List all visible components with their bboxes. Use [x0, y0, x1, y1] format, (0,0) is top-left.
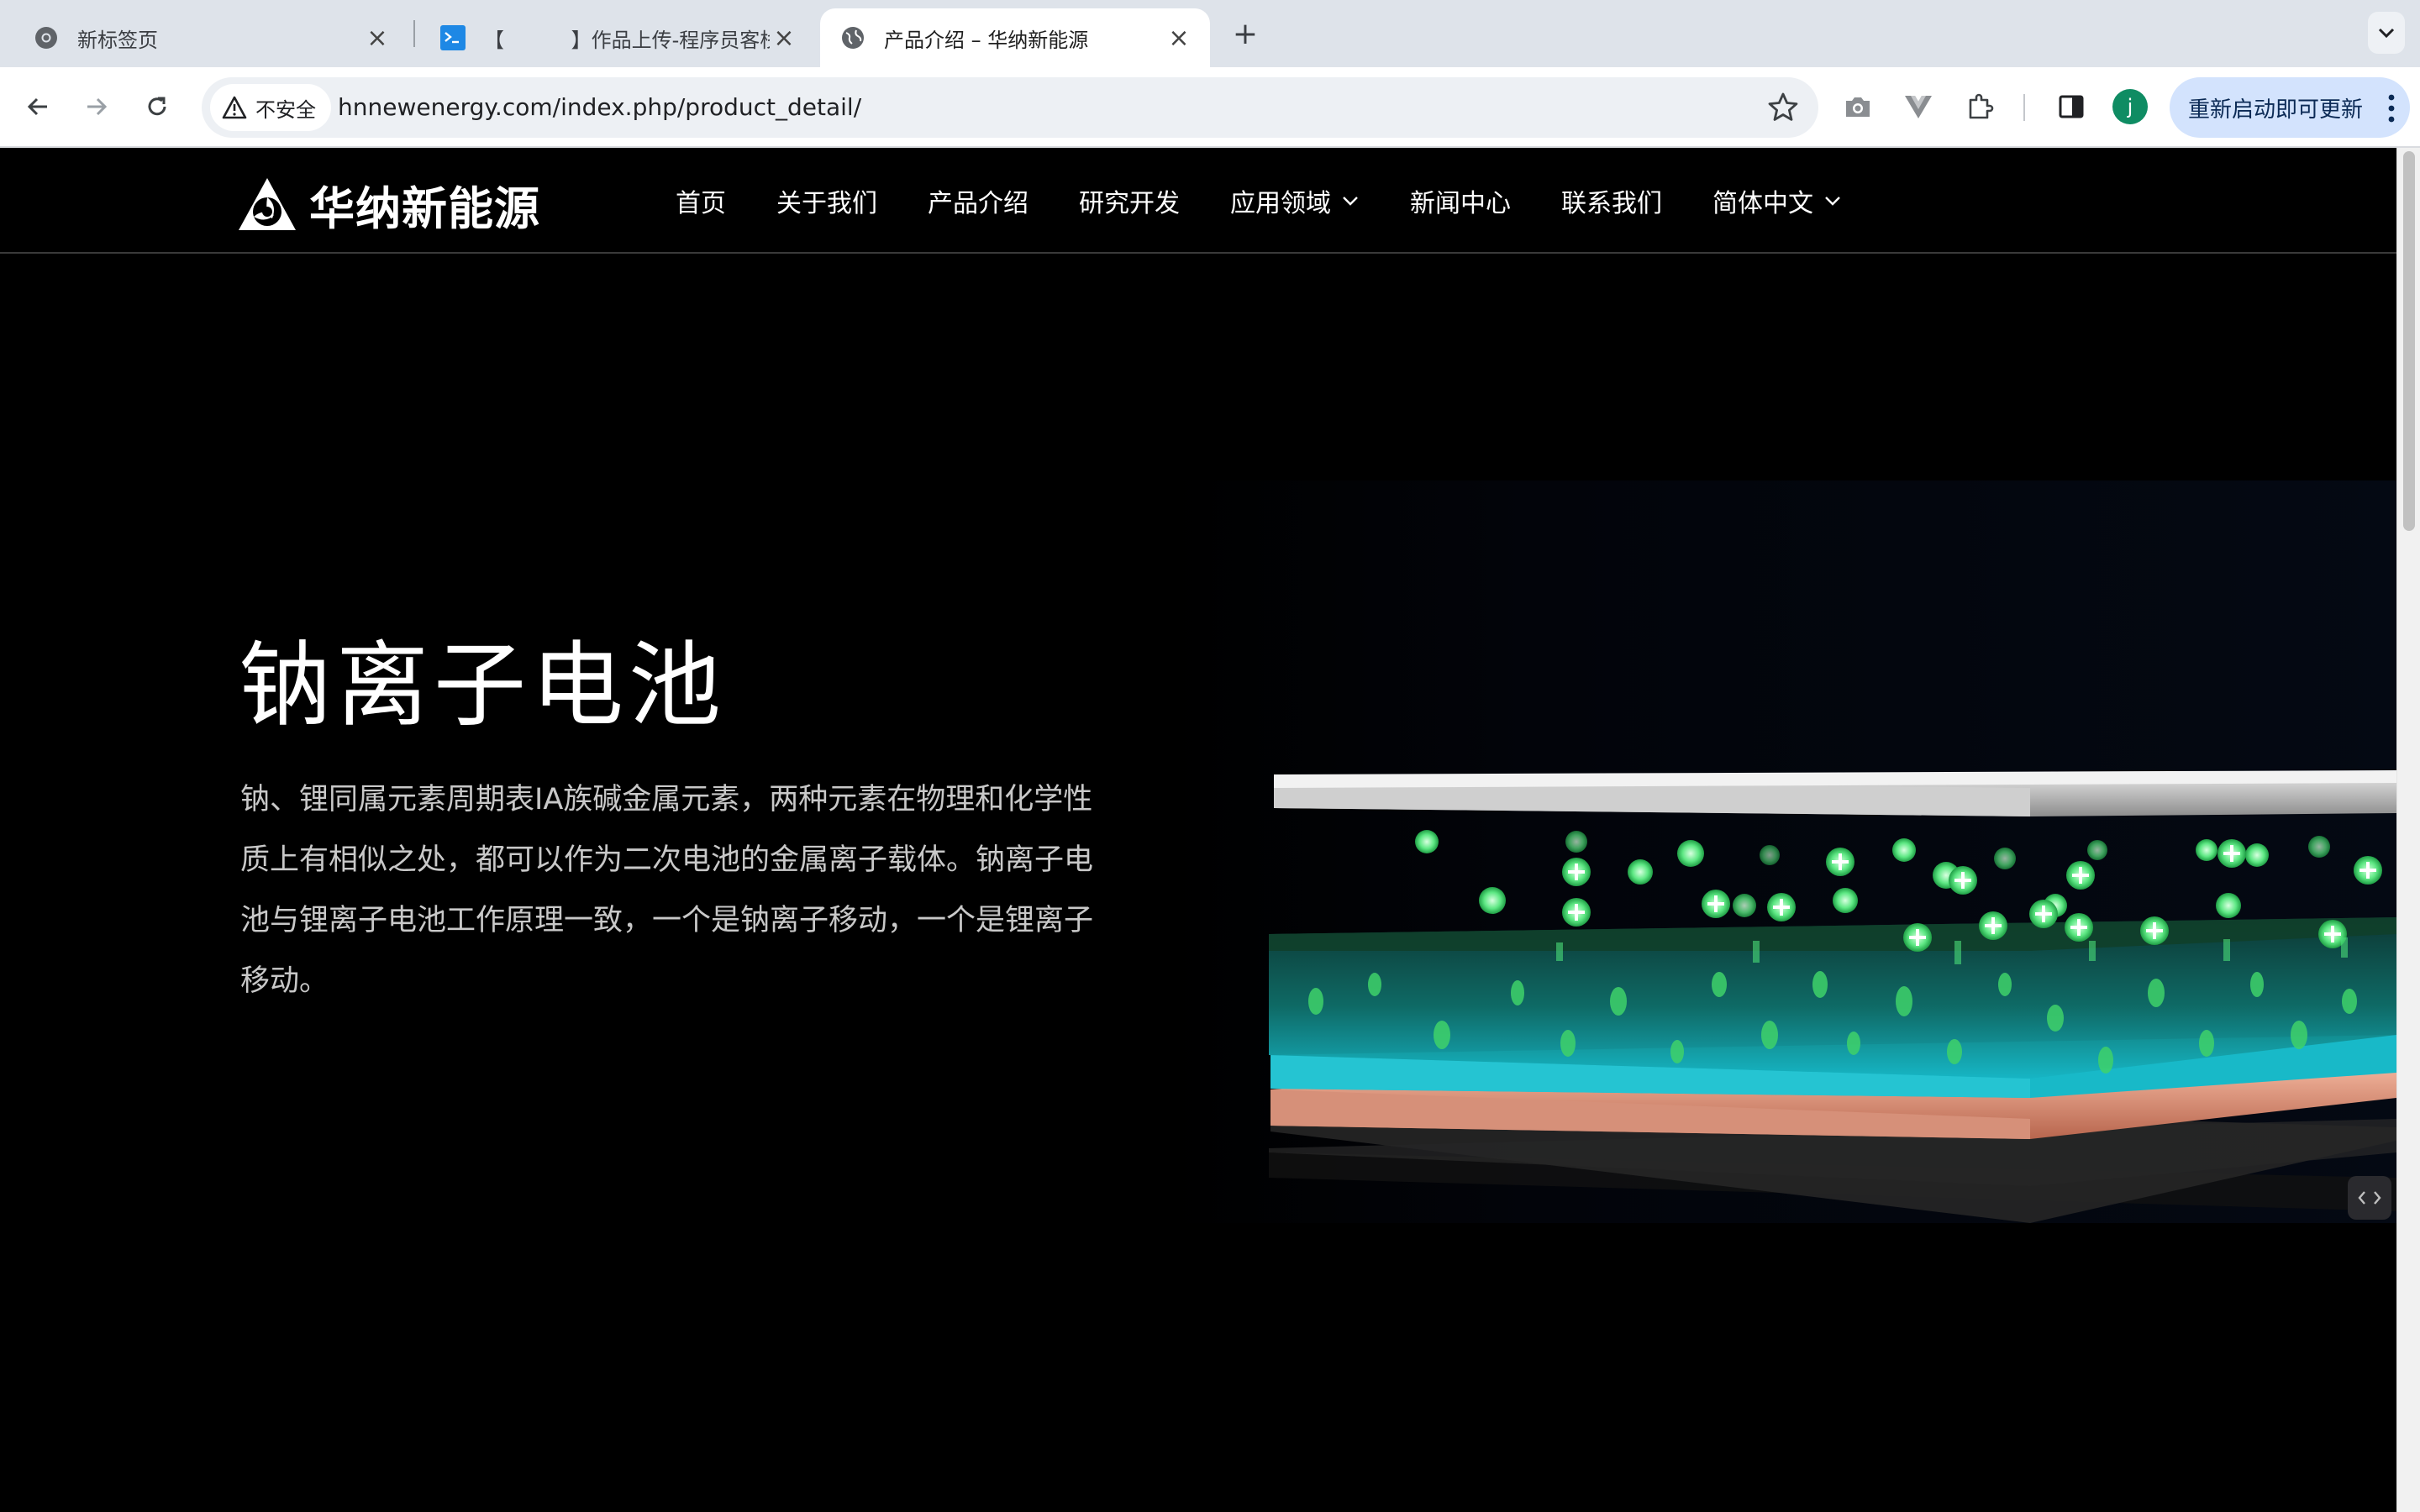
globe-icon — [842, 27, 864, 49]
nav-label: 产品介绍 — [928, 189, 1028, 218]
tab-title: 【 】作品上传-程序员客栈 — [484, 28, 770, 52]
tab-title: 产品介绍 – 华纳新能源 — [884, 28, 1089, 52]
code-icon — [2358, 1191, 2381, 1205]
reload-icon — [148, 97, 166, 116]
vue-icon — [1905, 96, 1932, 118]
nav-label: 新闻中心 — [1410, 189, 1511, 218]
hero-description: 钠、锂同属元素周期表IA族碱金属元素，两种元素在物理和化学性质上有相似之处，都可… — [240, 783, 1094, 998]
tab-upload[interactable]: 【 】作品上传-程序员客栈 × — [420, 8, 815, 67]
nav-label: 首页 — [676, 189, 726, 218]
address-bar[interactable]: 不安全 hnnewenergy.com/index.php/product_de… — [202, 77, 1818, 138]
nav-label: 联系我们 — [1561, 189, 1662, 218]
relaunch-update-button[interactable]: 重新启动即可更新 — [2170, 77, 2410, 138]
chevron-down-icon — [1825, 197, 1840, 206]
tab-new-tab[interactable]: 新标签页 × — [13, 8, 408, 67]
terminal-icon — [440, 25, 466, 50]
main-navigation: 首页 关于我们 产品介绍 研究开发 应用领域 新闻中心 联系我们 简体中文 — [676, 148, 1892, 254]
nav-label: 研究开发 — [1079, 189, 1180, 218]
warning-icon — [222, 96, 247, 119]
nav-research[interactable]: 研究开发 — [1079, 182, 1180, 219]
site-logo[interactable]: 华纳新能源 — [237, 175, 540, 235]
forward-button[interactable] — [76, 86, 118, 128]
sodium-ion-battery-illustration — [1165, 480, 2396, 1223]
security-label: 不安全 — [255, 97, 316, 122]
logo-text: 华纳新能源 — [309, 181, 540, 235]
browser-toolbar: 不安全 hnnewenergy.com/index.php/product_de… — [0, 67, 2420, 148]
nav-about[interactable]: 关于我们 — [776, 182, 877, 219]
close-icon[interactable]: × — [1166, 24, 1192, 53]
side-panel-button[interactable] — [2052, 87, 2091, 126]
arrow-left-icon — [27, 97, 47, 116]
screenshot-extension[interactable] — [1839, 87, 1877, 126]
site-header: 华纳新能源 首页 关于我们 产品介绍 研究开发 应用领域 新闻中心 联系我们 简… — [0, 148, 2396, 254]
back-button[interactable] — [17, 86, 59, 128]
nav-products[interactable]: 产品介绍 — [928, 182, 1028, 219]
puzzle-icon — [1969, 93, 1994, 119]
side-panel-icon — [2059, 95, 2084, 118]
new-tab-button[interactable]: + — [1228, 17, 1262, 51]
tab-product-intro[interactable]: 产品介绍 – 华纳新能源 × — [820, 8, 1210, 67]
nav-label: 关于我们 — [776, 189, 877, 218]
arrow-right-icon — [87, 97, 108, 116]
nav-label: 应用领域 — [1230, 189, 1331, 218]
tab-divider — [413, 20, 415, 47]
close-icon[interactable]: × — [365, 24, 390, 53]
nav-label: 简体中文 — [1712, 189, 1813, 218]
close-icon[interactable]: × — [771, 24, 797, 53]
url-text[interactable]: hnnewenergy.com/index.php/product_detail… — [338, 77, 861, 138]
extensions-button[interactable] — [1961, 87, 2000, 126]
tab-search-button[interactable] — [2368, 12, 2405, 54]
nav-home[interactable]: 首页 — [676, 182, 726, 219]
security-indicator[interactable]: 不安全 — [210, 84, 331, 131]
scrollbar-thumb[interactable] — [2403, 151, 2415, 531]
tab-title: 新标签页 — [77, 28, 158, 52]
page-scrollbar[interactable] — [2396, 148, 2420, 1512]
profile-avatar[interactable]: j — [2112, 89, 2148, 124]
chevron-down-icon — [1343, 197, 1358, 206]
page-viewport: 华纳新能源 首页 关于我们 产品介绍 研究开发 应用领域 新闻中心 联系我们 简… — [0, 148, 2396, 1512]
logo-mark-icon — [239, 178, 296, 230]
nav-news[interactable]: 新闻中心 — [1410, 182, 1511, 219]
nav-applications[interactable]: 应用领域 — [1230, 182, 1360, 219]
chrome-icon — [35, 27, 57, 49]
bookmark-star-icon[interactable] — [1766, 91, 1800, 124]
chevron-down-icon — [2378, 28, 2395, 39]
toolbar-divider — [2023, 94, 2025, 121]
browser-tab-strip: 新标签页 × 【 】作品上传-程序员客栈 × 产品介绍 – 华纳新能源 × + — [0, 0, 2420, 67]
vue-devtools-extension[interactable] — [1899, 87, 1938, 126]
more-vert-icon — [2388, 94, 2395, 123]
update-label: 重新启动即可更新 — [2188, 97, 2364, 123]
nav-contact[interactable]: 联系我们 — [1561, 182, 1662, 219]
page-title: 钠离子电池 — [239, 632, 726, 739]
camera-icon — [1846, 97, 1870, 117]
nav-language[interactable]: 简体中文 — [1712, 182, 1842, 219]
reload-button[interactable] — [136, 86, 178, 128]
floating-tool-widget[interactable] — [2348, 1176, 2391, 1220]
